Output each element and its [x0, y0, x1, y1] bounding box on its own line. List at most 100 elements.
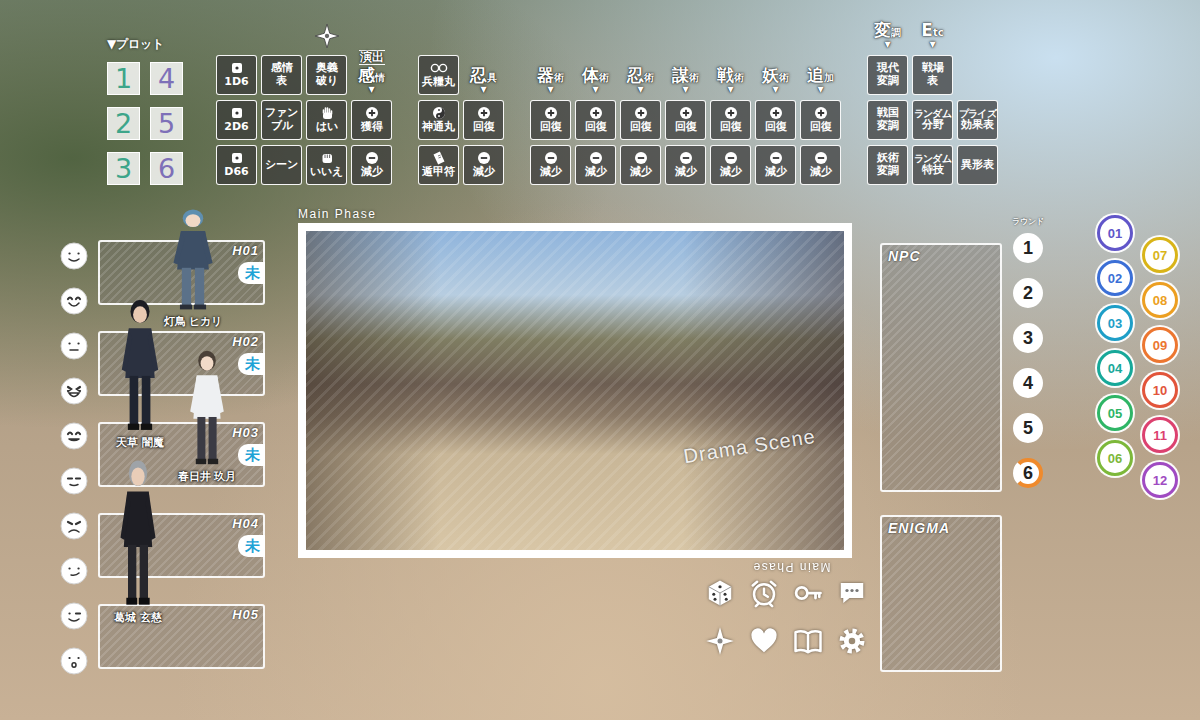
- channel-button[interactable]: 12: [1142, 462, 1178, 498]
- dock-button[interactable]: [748, 625, 780, 657]
- tool-button[interactable]: 奥義破り: [306, 55, 347, 95]
- character-token[interactable]: 春日井 玖月: [172, 348, 242, 484]
- channel-button[interactable]: 07: [1142, 237, 1178, 273]
- tool-button[interactable]: 回復: [463, 100, 504, 140]
- face-icon[interactable]: [60, 647, 88, 675]
- tool-button[interactable]: 2D6: [216, 100, 257, 140]
- character-token[interactable]: 天草 闇魔: [108, 297, 172, 450]
- tool-button[interactable]: 戦場表: [912, 55, 953, 95]
- plus-icon: [477, 106, 491, 120]
- header-arrow: ▼: [592, 86, 598, 94]
- tool-button[interactable]: シーン: [261, 145, 302, 185]
- plot-button[interactable]: 3: [107, 152, 140, 185]
- slot-label: H03: [232, 425, 263, 440]
- dock-button[interactable]: [836, 625, 868, 657]
- channel-button[interactable]: 02: [1097, 260, 1133, 296]
- phase-label: Main Phase: [298, 206, 868, 223]
- channel-button[interactable]: 04: [1097, 350, 1133, 386]
- tool-button[interactable]: 回復: [575, 100, 616, 140]
- channel-button[interactable]: 08: [1142, 282, 1178, 318]
- channel-button[interactable]: 05: [1097, 395, 1133, 431]
- round-button[interactable]: 5: [1013, 413, 1043, 443]
- header-main: 謀術: [672, 67, 699, 85]
- channel-button[interactable]: 10: [1142, 372, 1178, 408]
- face-icon[interactable]: [60, 242, 88, 270]
- dock-button[interactable]: [748, 577, 780, 609]
- round-button[interactable]: 6: [1013, 458, 1043, 488]
- dock-button[interactable]: [792, 625, 824, 657]
- dock-button[interactable]: [792, 577, 824, 609]
- tool-button[interactable]: 減少: [665, 145, 706, 185]
- tool-button[interactable]: プライズ効果表: [957, 100, 998, 140]
- face-icon[interactable]: [60, 512, 88, 540]
- hand-icon: [320, 106, 334, 120]
- tool-button[interactable]: 感情表: [261, 55, 302, 95]
- face-icon[interactable]: [60, 332, 88, 360]
- tool-button[interactable]: ランダム特技: [912, 145, 953, 185]
- tool-button[interactable]: 減少: [351, 145, 392, 185]
- round-button[interactable]: 4: [1013, 368, 1043, 398]
- channel-button[interactable]: 03: [1097, 305, 1133, 341]
- channel-button[interactable]: 01: [1097, 215, 1133, 251]
- tool-button[interactable]: 減少: [575, 145, 616, 185]
- tool-button[interactable]: 減少: [463, 145, 504, 185]
- channel-button[interactable]: 11: [1142, 417, 1178, 453]
- tool-button[interactable]: D66: [216, 145, 257, 185]
- tool-button[interactable]: 遁甲符: [418, 145, 459, 185]
- tool-button[interactable]: 現代変調: [867, 55, 908, 95]
- dock-button[interactable]: [836, 577, 868, 609]
- header-main: 変調: [874, 22, 901, 40]
- button-label: 分野: [922, 119, 944, 132]
- tool-button[interactable]: 戦国変調: [867, 100, 908, 140]
- tool-button[interactable]: 神通丸: [418, 100, 459, 140]
- plot-button[interactable]: 5: [150, 107, 183, 140]
- plot-button[interactable]: 2: [107, 107, 140, 140]
- button-label: 回復: [540, 121, 562, 134]
- dock-button[interactable]: [704, 625, 736, 657]
- round-button[interactable]: 3: [1013, 323, 1043, 353]
- character-name: 天草 闇魔: [116, 435, 164, 450]
- column-header: 忍具▼: [463, 20, 504, 95]
- button-label: はい: [316, 121, 338, 134]
- plot-button[interactable]: 1: [107, 62, 140, 95]
- tool-button[interactable]: 回復: [530, 100, 571, 140]
- plot-button[interactable]: 4: [150, 62, 183, 95]
- tool-button[interactable]: 回復: [665, 100, 706, 140]
- tool-button[interactable]: 減少: [530, 145, 571, 185]
- dock-button[interactable]: [704, 577, 736, 609]
- tool-button[interactable]: ランダム分野: [912, 100, 953, 140]
- tool-button[interactable]: 妖術変調: [867, 145, 908, 185]
- face-icon[interactable]: [60, 287, 88, 315]
- header-main: 戦術: [717, 67, 744, 85]
- face-icon[interactable]: [60, 377, 88, 405]
- tool-button[interactable]: 回復: [755, 100, 796, 140]
- tool-button[interactable]: 減少: [755, 145, 796, 185]
- tool-button[interactable]: はい: [306, 100, 347, 140]
- face-icon[interactable]: [60, 422, 88, 450]
- plot-button[interactable]: 6: [150, 152, 183, 185]
- round-button[interactable]: 2: [1013, 278, 1043, 308]
- face-icon[interactable]: [60, 467, 88, 495]
- channel-button[interactable]: 06: [1097, 440, 1133, 476]
- round-button[interactable]: 1: [1013, 233, 1043, 263]
- tool-button[interactable]: 異形表: [957, 145, 998, 185]
- button-label: 効果表: [961, 119, 994, 132]
- tool-button[interactable]: 兵糧丸: [418, 55, 459, 95]
- channel-button[interactable]: 09: [1142, 327, 1178, 363]
- tool-button[interactable]: 1D6: [216, 55, 257, 95]
- tool-button[interactable]: いいえ: [306, 145, 347, 185]
- tool-button[interactable]: 減少: [710, 145, 751, 185]
- face-icon[interactable]: [60, 557, 88, 585]
- tool-button[interactable]: 獲得: [351, 100, 392, 140]
- tool-button[interactable]: 回復: [620, 100, 661, 140]
- tool-button[interactable]: 回復: [800, 100, 841, 140]
- face-icon[interactable]: [60, 602, 88, 630]
- tool-button[interactable]: 減少: [620, 145, 661, 185]
- enigma-panel[interactable]: ENIGMA: [880, 515, 1002, 672]
- tool-button[interactable]: 回復: [710, 100, 751, 140]
- character-token[interactable]: 灯鳥 ヒカリ: [160, 207, 226, 329]
- tool-button[interactable]: ファンブル: [261, 100, 302, 140]
- tool-button[interactable]: 減少: [800, 145, 841, 185]
- npc-panel[interactable]: NPC: [880, 243, 1002, 492]
- character-token[interactable]: 葛城 玄慈: [106, 457, 170, 625]
